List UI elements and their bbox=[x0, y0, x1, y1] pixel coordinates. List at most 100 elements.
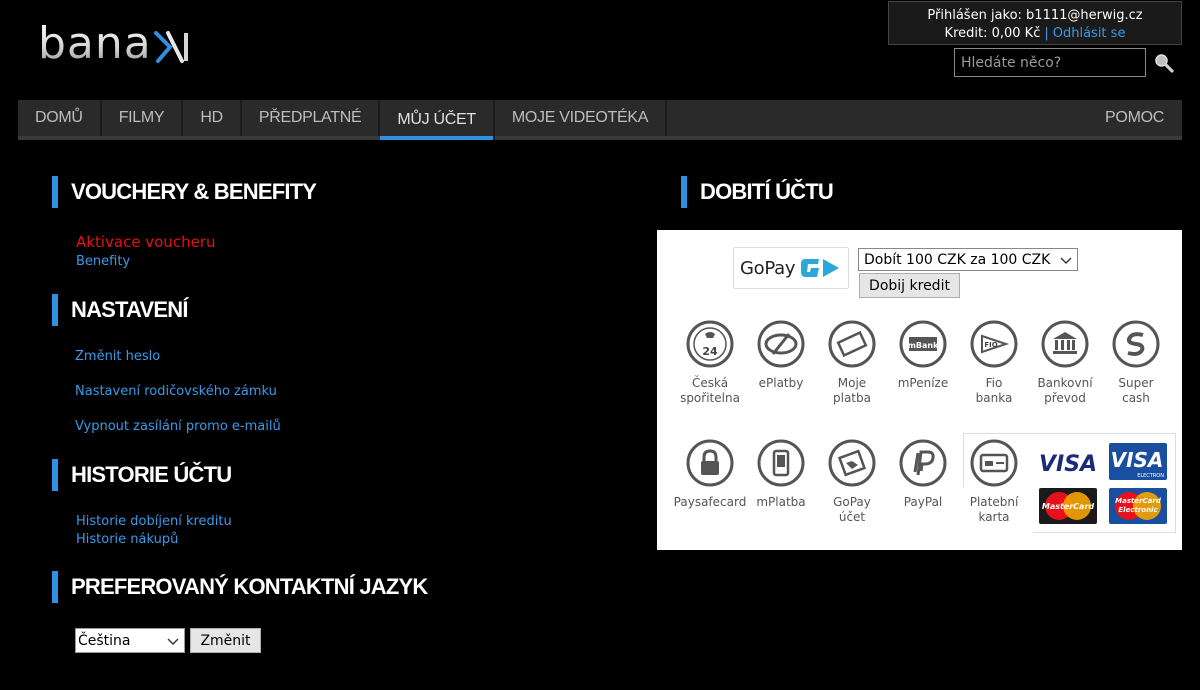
heading-accent-bar bbox=[52, 571, 58, 603]
gopay-logo-text: GoPay bbox=[740, 257, 796, 279]
nav-item-movies[interactable]: FILMY bbox=[102, 100, 184, 136]
purchase-history-link[interactable]: Historie nákupů bbox=[76, 532, 178, 547]
moje-platba-icon bbox=[828, 320, 876, 368]
change-language-button[interactable]: Změnit bbox=[190, 628, 261, 653]
mpenize-glyph: mBank bbox=[908, 341, 940, 350]
logged-in-label: Přihlášen jako: b1111@herwig.cz bbox=[927, 8, 1143, 23]
nav-item-my-account[interactable]: MŮJ ÚČET bbox=[380, 100, 495, 140]
mpenize-icon: mBank bbox=[899, 320, 947, 368]
method-label: Platební karta bbox=[969, 495, 1019, 524]
settings-heading: NASTAVENÍ bbox=[52, 294, 188, 326]
nav-item-home[interactable]: DOMŮ bbox=[18, 100, 102, 136]
mastercard-logo: MasterCard bbox=[1042, 502, 1095, 511]
nav-item-my-library[interactable]: MOJE VIDEOTÉKA bbox=[495, 100, 668, 136]
fio-banka-icon: FIO bbox=[970, 320, 1018, 368]
history-title: HISTORIE ÚČTU bbox=[71, 462, 232, 487]
activate-voucher-link[interactable]: Aktivace voucheru bbox=[76, 233, 216, 251]
chevron-down-icon bbox=[1060, 257, 1072, 264]
gopay-g-icon bbox=[801, 259, 840, 277]
electronic-label: Electronic bbox=[1118, 506, 1158, 514]
heading-accent-bar bbox=[52, 176, 58, 208]
method-paysafecard[interactable]: Paysafecard bbox=[674, 439, 746, 510]
topup-heading: DOBITÍ ÚČTU bbox=[681, 176, 834, 208]
method-label: mPeníze bbox=[897, 376, 949, 390]
history-heading: HISTORIE ÚČTU bbox=[52, 459, 232, 491]
main-nav: DOMŮ FILMY HD PŘEDPLATNÉ MŮJ ÚČET MOJE V… bbox=[18, 100, 1182, 140]
topup-credit-button[interactable]: Dobij kredit bbox=[859, 273, 960, 298]
method-eplatby[interactable]: ePlatby bbox=[746, 320, 816, 391]
method-gopay-account[interactable]: GoPay účet bbox=[817, 439, 887, 525]
settings-title: NASTAVENÍ bbox=[71, 297, 188, 322]
method-super-cash[interactable]: Super cash bbox=[1101, 320, 1171, 406]
paysafecard-icon bbox=[686, 439, 734, 487]
heading-accent-bar bbox=[52, 459, 58, 491]
promo-email-link[interactable]: Vypnout zasílání promo e-mailů bbox=[75, 419, 281, 434]
benefits-link[interactable]: Benefity bbox=[76, 254, 130, 269]
eplatby-icon bbox=[757, 320, 805, 368]
method-fio-banka[interactable]: FIO Fio banka bbox=[959, 320, 1029, 406]
bank-transfer-icon bbox=[1041, 320, 1089, 368]
change-password-link[interactable]: Změnit heslo bbox=[75, 349, 160, 364]
language-selected: Čeština bbox=[78, 632, 131, 649]
method-bank-transfer[interactable]: Bankovní převod bbox=[1030, 320, 1100, 406]
method-label: Paysafecard bbox=[673, 495, 747, 509]
topup-panel: GoPay Dobít 100 CZK za 100 CZK Dobij kre… bbox=[657, 230, 1182, 550]
heading-accent-bar bbox=[681, 176, 687, 208]
visa-logo: VISA bbox=[1039, 452, 1097, 477]
method-label: Fio banka bbox=[975, 376, 1013, 405]
card-brand-logos: VISA VISA ELECTRON MasterCard MasterCard… bbox=[1039, 443, 1167, 524]
method-label: Super cash bbox=[1118, 376, 1154, 405]
language-title: PREFEROVANÝ KONTAKTNÍ JAZYK bbox=[71, 574, 428, 599]
language-select[interactable]: Čeština bbox=[75, 628, 185, 653]
credit-row: Kredit: 0,00 Kč | Odhlásit se bbox=[889, 25, 1181, 43]
electron-label: ELECTRON bbox=[1137, 473, 1164, 479]
method-mpenize[interactable]: mBank mPeníze bbox=[888, 320, 958, 391]
nav-item-subscription[interactable]: PŘEDPLATNÉ bbox=[242, 100, 381, 136]
method-label: PayPal bbox=[903, 495, 943, 509]
paypal-icon bbox=[899, 439, 947, 487]
logo-text: bana bbox=[38, 17, 152, 69]
user-separator: | bbox=[1044, 26, 1049, 41]
method-paypal[interactable]: PayPal bbox=[888, 439, 958, 510]
nav-item-hd[interactable]: HD bbox=[183, 100, 242, 136]
method-label: GoPay účet bbox=[833, 495, 871, 524]
search-icon[interactable] bbox=[1154, 53, 1174, 73]
heading-accent-bar bbox=[52, 294, 58, 326]
method-label: Moje platba bbox=[833, 376, 871, 405]
user-info-box: Přihlášen jako: b1111@herwig.cz Kredit: … bbox=[888, 1, 1182, 45]
credit-history-link[interactable]: Historie dobíjení kreditu bbox=[76, 514, 232, 529]
method-ceska-sporitelna[interactable]: 24 Česká spořitelna bbox=[675, 320, 745, 406]
mastercard-electronic-logo: MasterCard bbox=[1115, 497, 1162, 505]
method-payment-card[interactable]: Platební karta bbox=[959, 439, 1029, 525]
chevron-down-icon bbox=[167, 638, 179, 645]
banaxi-x-icon bbox=[153, 31, 188, 63]
topup-amount-selected: Dobít 100 CZK za 100 CZK bbox=[864, 251, 1051, 268]
fio-glyph: FIO bbox=[984, 341, 997, 349]
ceska-sporitelna-glyph: 24 bbox=[702, 345, 718, 358]
vouchers-heading: VOUCHERY & BENEFITY bbox=[52, 176, 317, 208]
method-label: mPlatba bbox=[756, 495, 806, 509]
logout-link[interactable]: Odhlásit se bbox=[1053, 26, 1126, 41]
banaxi-logo[interactable]: bana bbox=[38, 17, 190, 69]
super-cash-icon bbox=[1112, 320, 1160, 368]
mplatba-icon bbox=[757, 439, 805, 487]
language-heading: PREFEROVANÝ KONTAKTNÍ JAZYK bbox=[52, 571, 428, 603]
parental-lock-link[interactable]: Nastavení rodičovského zámku bbox=[75, 384, 277, 399]
gopay-logo: GoPay bbox=[733, 247, 849, 289]
ceska-sporitelna-icon: 24 bbox=[686, 320, 734, 368]
visa-electron-logo: VISA bbox=[1111, 448, 1164, 472]
nav-item-help[interactable]: POMOC bbox=[1088, 100, 1182, 136]
method-label: Bankovní převod bbox=[1037, 376, 1093, 405]
topup-amount-select[interactable]: Dobít 100 CZK za 100 CZK bbox=[858, 248, 1078, 271]
method-moje-platba[interactable]: Moje platba bbox=[817, 320, 887, 406]
gopay-account-icon bbox=[828, 439, 876, 487]
credit-label: Kredit: 0,00 Kč bbox=[944, 26, 1041, 41]
method-mplatba[interactable]: mPlatba bbox=[746, 439, 816, 510]
topup-title: DOBITÍ ÚČTU bbox=[700, 179, 834, 204]
method-label: ePlatby bbox=[758, 376, 804, 390]
method-label: Česká spořitelna bbox=[680, 376, 740, 405]
search-input[interactable] bbox=[954, 48, 1146, 77]
vouchers-title: VOUCHERY & BENEFITY bbox=[71, 179, 317, 204]
payment-card-icon bbox=[970, 439, 1018, 487]
